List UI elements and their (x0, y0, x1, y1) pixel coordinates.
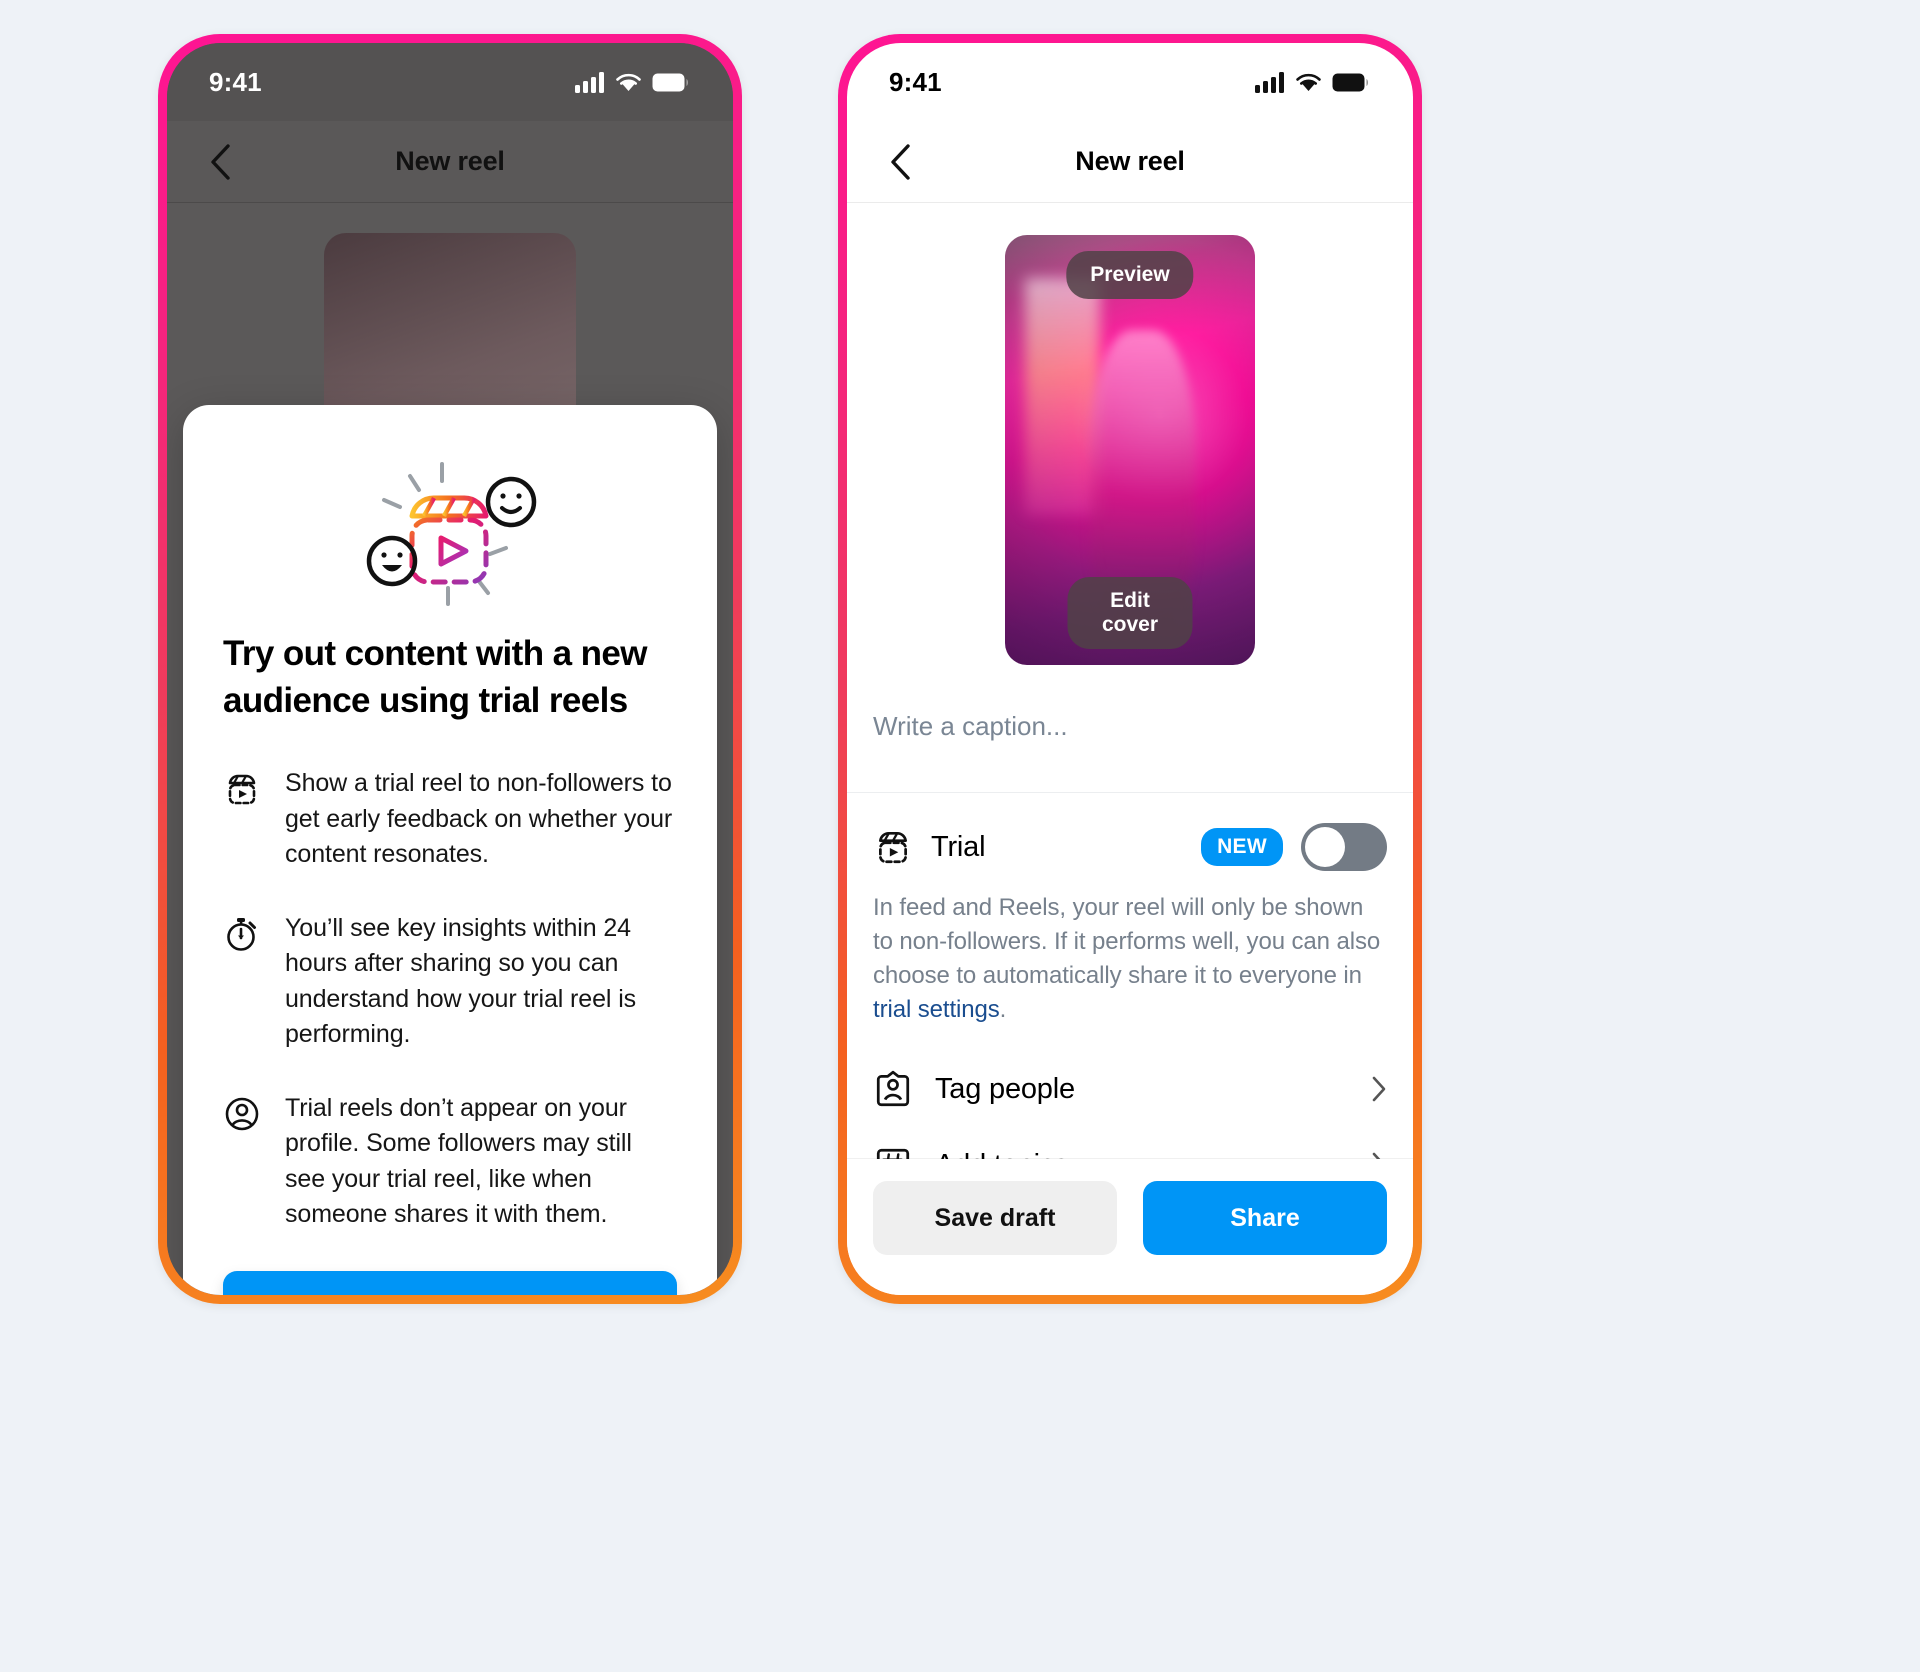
save-draft-button[interactable]: Save draft (873, 1181, 1117, 1255)
trial-label: Trial (931, 830, 986, 863)
bottom-action-bar: Save draft Share (847, 1159, 1413, 1295)
share-button[interactable]: Share (1143, 1181, 1387, 1255)
phone-mockup-right: 9:41 New reel Preview Edit cover Write a… (838, 34, 1422, 1304)
compose-reel-form: Preview Edit cover Write a caption... Tr… (847, 203, 1413, 1295)
caption-input[interactable] (873, 705, 1387, 748)
modal-bullet-list: Show a trial reel to non-followers to ge… (223, 766, 677, 1233)
trial-toggle[interactable] (1301, 823, 1387, 871)
status-icons (1255, 71, 1369, 93)
status-time: 9:41 (889, 66, 942, 97)
tag-people-icon (873, 1069, 913, 1109)
phone-screen-right: 9:41 New reel Preview Edit cover Write a… (847, 43, 1413, 1295)
trial-settings-link[interactable]: trial settings (873, 996, 1000, 1023)
trial-reels-modal: Try out content with a new audience usin… (183, 405, 717, 1295)
reel-cover-thumbnail[interactable]: Preview Edit cover (1005, 235, 1255, 665)
nav-bar-right: New reel (847, 121, 1413, 203)
status-badge: NEW (1201, 828, 1283, 866)
battery-icon (652, 73, 689, 92)
list-item-label: Trial reels don’t appear on your profile… (285, 1093, 632, 1229)
trial-description-period: . (999, 996, 1007, 1024)
trial-description: In feed and Reels, your reel will only b… (873, 891, 1387, 1027)
stopwatch-icon (223, 911, 261, 1053)
signal-bars-icon (1255, 71, 1285, 93)
status-icons (575, 71, 689, 93)
chevron-right-icon (1371, 1075, 1387, 1103)
status-bar-left: 9:41 (167, 43, 733, 121)
account-circle-icon (223, 1091, 261, 1233)
dimmed-backdrop: Try out content with a new audience usin… (167, 203, 733, 1295)
phone-mockup-left: 9:41 New reel Try out content with a new… (158, 34, 742, 1304)
page-title: New reel (1075, 146, 1185, 176)
list-item-label: Show a trial reel to non-followers to ge… (285, 769, 673, 869)
menu-item-label: Tag people (935, 1072, 1075, 1105)
reel-preview-section: Preview Edit cover (847, 203, 1413, 691)
list-item: You’ll see key insights within 24 hours … (223, 911, 677, 1053)
screenshot-canvas: 9:41 New reel Try out content with a new… (0, 0, 1920, 1672)
preview-button[interactable]: Preview (1066, 251, 1194, 299)
trial-reel-icon (873, 827, 913, 867)
list-item: Show a trial reel to non-followers to ge… (223, 766, 677, 873)
signal-bars-icon (575, 71, 605, 93)
status-time: 9:41 (209, 66, 262, 97)
phone-screen-left: 9:41 New reel Try out content with a new… (167, 43, 733, 1295)
status-bar-right: 9:41 (847, 43, 1413, 121)
try-it-button[interactable]: Try it (223, 1270, 677, 1295)
trial-row: Trial NEW (873, 823, 1387, 871)
page-title: New reel (395, 146, 505, 176)
battery-icon (1332, 73, 1369, 92)
wifi-icon (615, 72, 642, 92)
trial-setting-section: Trial NEW In feed and Reels, your reel w… (847, 793, 1413, 1027)
wifi-icon (1295, 72, 1322, 92)
list-item: Trial reels don’t appear on your profile… (223, 1091, 677, 1233)
edit-cover-button[interactable]: Edit cover (1067, 577, 1193, 649)
menu-item-tag-people[interactable]: Tag people (873, 1051, 1387, 1127)
caption-section (847, 691, 1413, 793)
list-item-label: You’ll see key insights within 24 hours … (285, 913, 637, 1049)
trial-reel-sparkle-illustration (223, 445, 677, 621)
trial-description-text: In feed and Reels, your reel will only b… (873, 894, 1381, 990)
nav-bar-left: New reel (167, 121, 733, 203)
modal-title: Try out content with a new audience usin… (223, 634, 647, 720)
trial-reel-icon (223, 766, 261, 873)
toggle-knob (1305, 827, 1345, 867)
